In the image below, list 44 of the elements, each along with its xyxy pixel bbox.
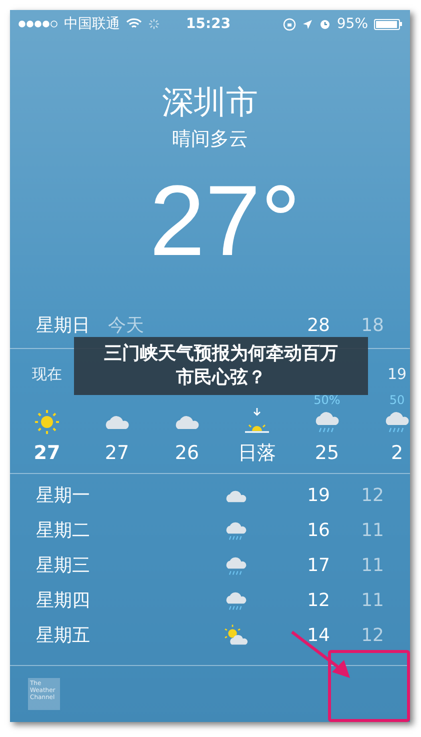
low-temperature: 11 bbox=[360, 519, 384, 543]
low-temperature: 12 bbox=[360, 484, 384, 508]
low-temperature: 11 bbox=[360, 589, 384, 613]
low-temperature: 12 bbox=[360, 624, 384, 648]
high-temperature: 28 bbox=[306, 314, 330, 338]
day-name: 星期三 bbox=[36, 554, 91, 578]
hour-temperature: 日落 bbox=[238, 441, 276, 466]
day-name: 星期二 bbox=[36, 519, 91, 543]
location-arrow-icon bbox=[302, 18, 313, 30]
wifi-icon bbox=[126, 18, 142, 30]
carrier-name: 中国联通 bbox=[64, 14, 120, 34]
day-name: 星期四 bbox=[36, 589, 91, 613]
day-name: 星期五 bbox=[36, 624, 91, 648]
high-temperature: 12 bbox=[306, 589, 330, 613]
low-temperature: 18 bbox=[360, 314, 384, 338]
high-temperature: 14 bbox=[306, 624, 330, 648]
hour-temperature: 26 bbox=[174, 441, 200, 466]
hour-temperature: 2 bbox=[390, 441, 404, 466]
headline-text: 三门峡天气预报为何牵动百万市民心弦？ bbox=[103, 342, 339, 390]
loading-spinner-icon bbox=[148, 18, 160, 30]
rain-chance: 50% bbox=[314, 393, 340, 407]
battery-percentage: 95% bbox=[336, 14, 368, 34]
clock-time: 15:23 bbox=[186, 14, 231, 34]
high-temperature: 19 bbox=[306, 484, 330, 508]
hour-label: 现在 bbox=[32, 364, 62, 384]
low-temperature: 11 bbox=[360, 554, 384, 578]
high-temperature: 16 bbox=[306, 519, 330, 543]
today-label: 今天 bbox=[108, 314, 144, 338]
hour-temperature: 27 bbox=[34, 441, 60, 466]
alarm-clock-icon bbox=[318, 18, 331, 30]
hour-temperature: 27 bbox=[104, 441, 130, 466]
hour-temperature: 25 bbox=[314, 441, 340, 466]
hour-label: 19 bbox=[387, 364, 407, 384]
day-name: 星期一 bbox=[36, 484, 91, 508]
city-name: 深圳市 bbox=[162, 82, 258, 122]
signal-icon bbox=[18, 20, 58, 28]
day-name: 星期日 bbox=[36, 314, 90, 338]
battery-icon bbox=[374, 18, 402, 30]
sun-icon bbox=[32, 407, 62, 437]
rain-chance: 50 bbox=[389, 393, 405, 407]
weather-condition: 晴间多云 bbox=[172, 127, 248, 152]
current-temperature: 27° bbox=[148, 166, 301, 276]
rotation-lock-icon bbox=[282, 18, 296, 30]
high-temperature: 17 bbox=[306, 554, 330, 578]
